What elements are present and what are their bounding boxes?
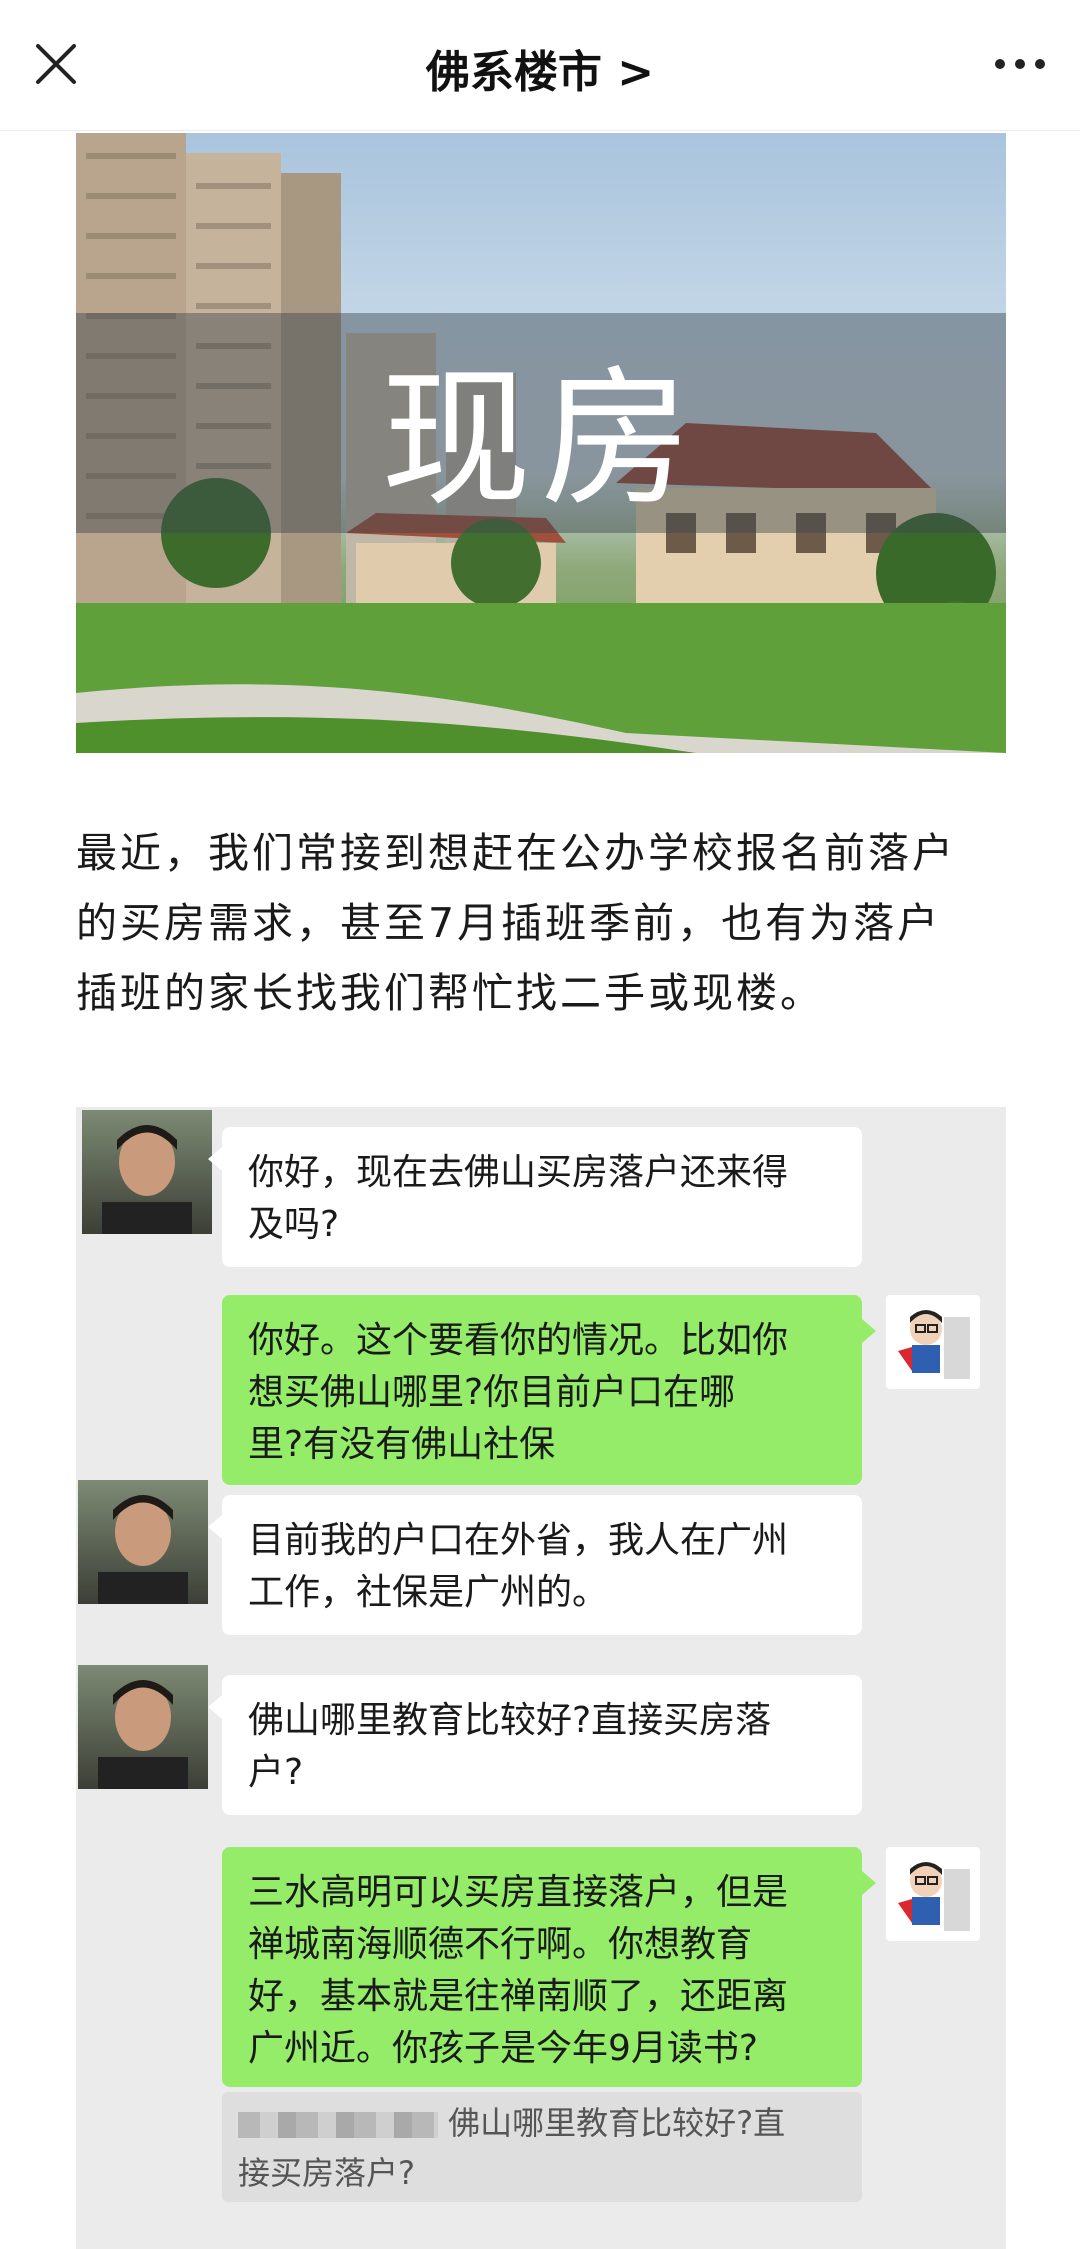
- message-line: 工作，社保是广州的。: [248, 1572, 609, 1613]
- hero-image: 现房: [76, 133, 1006, 753]
- customer-avatar: [78, 1480, 208, 1604]
- chat-screenshot: 你好，现在去佛山买房落户还来得 及吗? 你好。这个要看你的情况。比如你 想买佛山…: [76, 1107, 1006, 2249]
- chat-bubble-left: 你好，现在去佛山买房落户还来得 及吗?: [222, 1127, 862, 1267]
- article-paragraph: 最近，我们常接到想赶在公办学校报名前落户 的买房需求，甚至7月插班季前，也有为落…: [76, 818, 1006, 1028]
- message-line: 你好。这个要看你的情况。比如你: [248, 1320, 789, 1361]
- message-line: 里?有没有佛山社保: [248, 1424, 556, 1465]
- message-line: 想买佛山哪里?你目前户口在哪: [248, 1372, 736, 1413]
- chat-bubble-right: 你好。这个要看你的情况。比如你 想买佛山哪里?你目前户口在哪 里?有没有佛山社保: [222, 1295, 862, 1485]
- chat-bubble-left: 目前我的户口在外省，我人在广州 工作，社保是广州的。: [222, 1495, 862, 1635]
- account-title-link[interactable]: 佛系楼市 >: [0, 36, 1080, 100]
- top-nav-bar: 佛系楼市 >: [0, 0, 1080, 131]
- paragraph-line: 的买房需求，甚至7月插班季前，也有为落户: [76, 899, 942, 947]
- message-line: 三水高明可以买房直接落户，但是: [248, 1872, 789, 1913]
- message-line: 目前我的户口在外省，我人在广州: [248, 1520, 789, 1561]
- more-dots-icon[interactable]: [990, 46, 1050, 82]
- chat-bubble-left: 佛山哪里教育比较好?直接买房落 户?: [222, 1675, 862, 1815]
- message-line: 广州近。你孩子是今年9月读书?: [248, 2028, 759, 2069]
- message-line: 禅城南海顺德不行啊。你想教育: [248, 1924, 753, 1965]
- message-line: 户?: [248, 1752, 304, 1793]
- quote-text: 接买房落户?: [238, 2154, 415, 2192]
- quoted-message: 佛山哪里教育比较好?直 接买房落户?: [222, 2092, 862, 2202]
- blurred-sender-name: [238, 2112, 438, 2138]
- quote-text: 佛山哪里教育比较好?直: [448, 2104, 786, 2142]
- message-line: 及吗?: [248, 1204, 340, 1245]
- paragraph-line: 最近，我们常接到想赶在公办学校报名前落户: [76, 829, 956, 877]
- message-line: 你好，现在去佛山买房落户还来得: [248, 1152, 789, 1193]
- customer-avatar: [82, 1110, 212, 1234]
- agent-avatar: [886, 1295, 980, 1389]
- customer-avatar: [78, 1665, 208, 1789]
- message-line: 好，基本就是往禅南顺了，还距离: [248, 1976, 789, 2017]
- message-line: 佛山哪里教育比较好?直接买房落: [248, 1700, 772, 1741]
- paragraph-line: 插班的家长找我们帮忙找二手或现楼。: [76, 969, 824, 1017]
- agent-avatar: [886, 1847, 980, 1941]
- chat-bubble-right: 三水高明可以买房直接落户，但是 禅城南海顺德不行啊。你想教育 好，基本就是往禅南…: [222, 1847, 862, 2087]
- hero-title: 现房: [380, 353, 701, 527]
